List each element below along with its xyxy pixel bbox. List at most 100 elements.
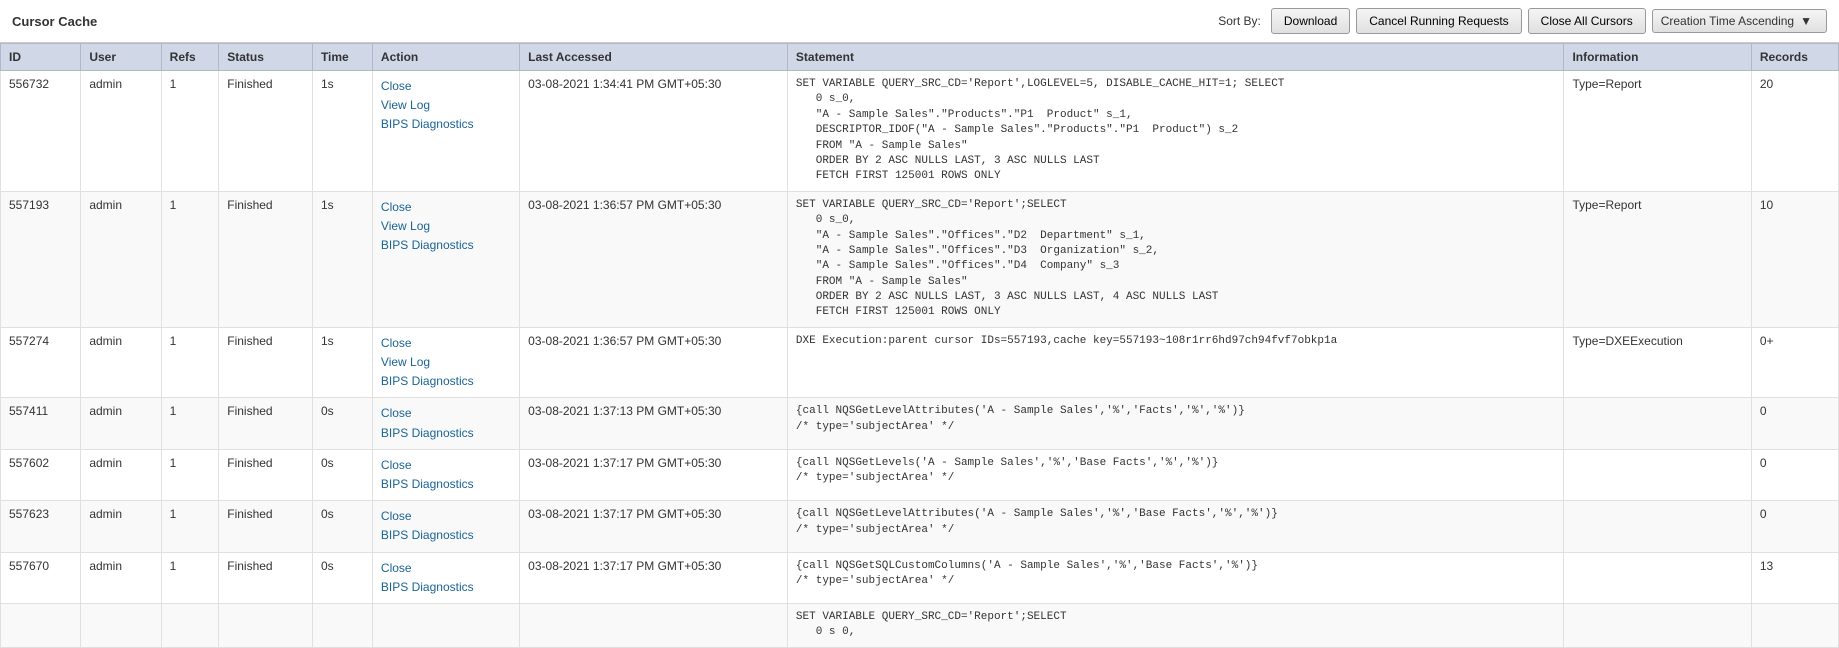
cell-refs: 1 xyxy=(161,191,219,327)
cell-time xyxy=(312,603,372,647)
header-bar: Cursor Cache Sort By: Download Cancel Ru… xyxy=(0,0,1839,43)
cell-refs: 1 xyxy=(161,327,219,398)
table-header-row: ID User Refs Status Time Action Last Acc… xyxy=(1,44,1839,71)
cell-statement: {call NQSGetLevelAttributes('A - Sample … xyxy=(787,501,1564,552)
close-all-button[interactable]: Close All Cursors xyxy=(1528,8,1646,34)
cell-refs: 1 xyxy=(161,398,219,449)
action-link-bips-diagnostics[interactable]: BIPS Diagnostics xyxy=(381,115,511,134)
table-row: 557670admin1Finished0sCloseBIPS Diagnost… xyxy=(1,552,1839,603)
table-row: 556732admin1Finished1sCloseView LogBIPS … xyxy=(1,71,1839,192)
col-header-records: Records xyxy=(1751,44,1838,71)
table-row: 557623admin1Finished0sCloseBIPS Diagnost… xyxy=(1,501,1839,552)
cell-time: 1s xyxy=(312,71,372,192)
cell-time: 0s xyxy=(312,552,372,603)
cell-statement: DXE Execution:parent cursor IDs=557193,c… xyxy=(787,327,1564,398)
col-header-lastaccessed: Last Accessed xyxy=(520,44,788,71)
cell-records: 10 xyxy=(1751,191,1838,327)
action-link-bips-diagnostics[interactable]: BIPS Diagnostics xyxy=(381,578,511,597)
cell-action: CloseView LogBIPS Diagnostics xyxy=(372,327,519,398)
col-header-status: Status xyxy=(219,44,313,71)
cell-action: CloseBIPS Diagnostics xyxy=(372,449,519,500)
cell-records: 0+ xyxy=(1751,327,1838,398)
col-header-time: Time xyxy=(312,44,372,71)
cell-id: 557670 xyxy=(1,552,81,603)
cell-id: 557623 xyxy=(1,501,81,552)
cell-records: 20 xyxy=(1751,71,1838,192)
cell-statement: SET VARIABLE QUERY_SRC_CD='Report',LOGLE… xyxy=(787,71,1564,192)
action-link-close[interactable]: Close xyxy=(381,404,511,423)
col-header-user: User xyxy=(81,44,161,71)
cell-lastaccessed: 03-08-2021 1:37:17 PM GMT+05:30 xyxy=(520,449,788,500)
table-row: 557274admin1Finished1sCloseView LogBIPS … xyxy=(1,327,1839,398)
action-link-close[interactable]: Close xyxy=(381,456,511,475)
cell-information xyxy=(1564,398,1751,449)
cell-id: 557411 xyxy=(1,398,81,449)
cell-information xyxy=(1564,449,1751,500)
cell-status: Finished xyxy=(219,327,313,398)
col-header-action: Action xyxy=(372,44,519,71)
col-header-id: ID xyxy=(1,44,81,71)
cell-refs: 1 xyxy=(161,71,219,192)
cell-action: CloseBIPS Diagnostics xyxy=(372,501,519,552)
cell-refs: 1 xyxy=(161,552,219,603)
cell-id: 556732 xyxy=(1,71,81,192)
cell-refs xyxy=(161,603,219,647)
cell-statement: SET VARIABLE QUERY_SRC_CD='Report';SELEC… xyxy=(787,191,1564,327)
cell-lastaccessed: 03-08-2021 1:37:17 PM GMT+05:30 xyxy=(520,501,788,552)
col-header-information: Information xyxy=(1564,44,1751,71)
cell-refs: 1 xyxy=(161,501,219,552)
cell-statement: {call NQSGetLevels('A - Sample Sales','%… xyxy=(787,449,1564,500)
cell-records xyxy=(1751,603,1838,647)
cell-time: 1s xyxy=(312,327,372,398)
cell-status: Finished xyxy=(219,398,313,449)
table-row: 557602admin1Finished0sCloseBIPS Diagnost… xyxy=(1,449,1839,500)
cell-user xyxy=(81,603,161,647)
action-link-view-log[interactable]: View Log xyxy=(381,353,511,372)
cell-status: Finished xyxy=(219,552,313,603)
cancel-running-button[interactable]: Cancel Running Requests xyxy=(1356,8,1521,34)
cell-status: Finished xyxy=(219,501,313,552)
chevron-down-icon: ▼ xyxy=(1800,14,1812,28)
action-link-close[interactable]: Close xyxy=(381,198,511,217)
cell-records: 0 xyxy=(1751,398,1838,449)
cell-lastaccessed: 03-08-2021 1:36:57 PM GMT+05:30 xyxy=(520,327,788,398)
cell-lastaccessed: 03-08-2021 1:36:57 PM GMT+05:30 xyxy=(520,191,788,327)
cell-information xyxy=(1564,552,1751,603)
cell-statement: {call NQSGetLevelAttributes('A - Sample … xyxy=(787,398,1564,449)
cell-user: admin xyxy=(81,449,161,500)
action-link-close[interactable]: Close xyxy=(381,559,511,578)
action-link-close[interactable]: Close xyxy=(381,77,511,96)
cell-action xyxy=(372,603,519,647)
cell-refs: 1 xyxy=(161,449,219,500)
cell-information: Type=DXEExecution xyxy=(1564,327,1751,398)
cell-action: CloseBIPS Diagnostics xyxy=(372,398,519,449)
cell-lastaccessed: 03-08-2021 1:34:41 PM GMT+05:30 xyxy=(520,71,788,192)
action-link-bips-diagnostics[interactable]: BIPS Diagnostics xyxy=(381,424,511,443)
cell-statement: SET VARIABLE QUERY_SRC_CD='Report';SELEC… xyxy=(787,603,1564,647)
cell-time: 0s xyxy=(312,501,372,552)
action-link-close[interactable]: Close xyxy=(381,334,511,353)
action-link-bips-diagnostics[interactable]: BIPS Diagnostics xyxy=(381,526,511,545)
cell-information: Type=Report xyxy=(1564,191,1751,327)
action-link-bips-diagnostics[interactable]: BIPS Diagnostics xyxy=(381,236,511,255)
table-row: SET VARIABLE QUERY_SRC_CD='Report';SELEC… xyxy=(1,603,1839,647)
cell-action: CloseView LogBIPS Diagnostics xyxy=(372,191,519,327)
col-header-refs: Refs xyxy=(161,44,219,71)
header-controls: Sort By: Download Cancel Running Request… xyxy=(1218,8,1827,34)
sort-by-label: Sort By: xyxy=(1218,14,1261,28)
cell-status: Finished xyxy=(219,71,313,192)
action-link-bips-diagnostics[interactable]: BIPS Diagnostics xyxy=(381,475,511,494)
action-link-bips-diagnostics[interactable]: BIPS Diagnostics xyxy=(381,372,511,391)
cell-status: Finished xyxy=(219,191,313,327)
download-button[interactable]: Download xyxy=(1271,8,1350,34)
cell-time: 0s xyxy=(312,449,372,500)
cell-lastaccessed xyxy=(520,603,788,647)
cell-user: admin xyxy=(81,501,161,552)
action-link-view-log[interactable]: View Log xyxy=(381,96,511,115)
action-link-view-log[interactable]: View Log xyxy=(381,217,511,236)
sort-select[interactable]: Creation Time Ascending ▼ xyxy=(1652,9,1827,33)
cell-action: CloseBIPS Diagnostics xyxy=(372,552,519,603)
action-link-close[interactable]: Close xyxy=(381,507,511,526)
table-row: 557193admin1Finished1sCloseView LogBIPS … xyxy=(1,191,1839,327)
cell-records: 0 xyxy=(1751,501,1838,552)
